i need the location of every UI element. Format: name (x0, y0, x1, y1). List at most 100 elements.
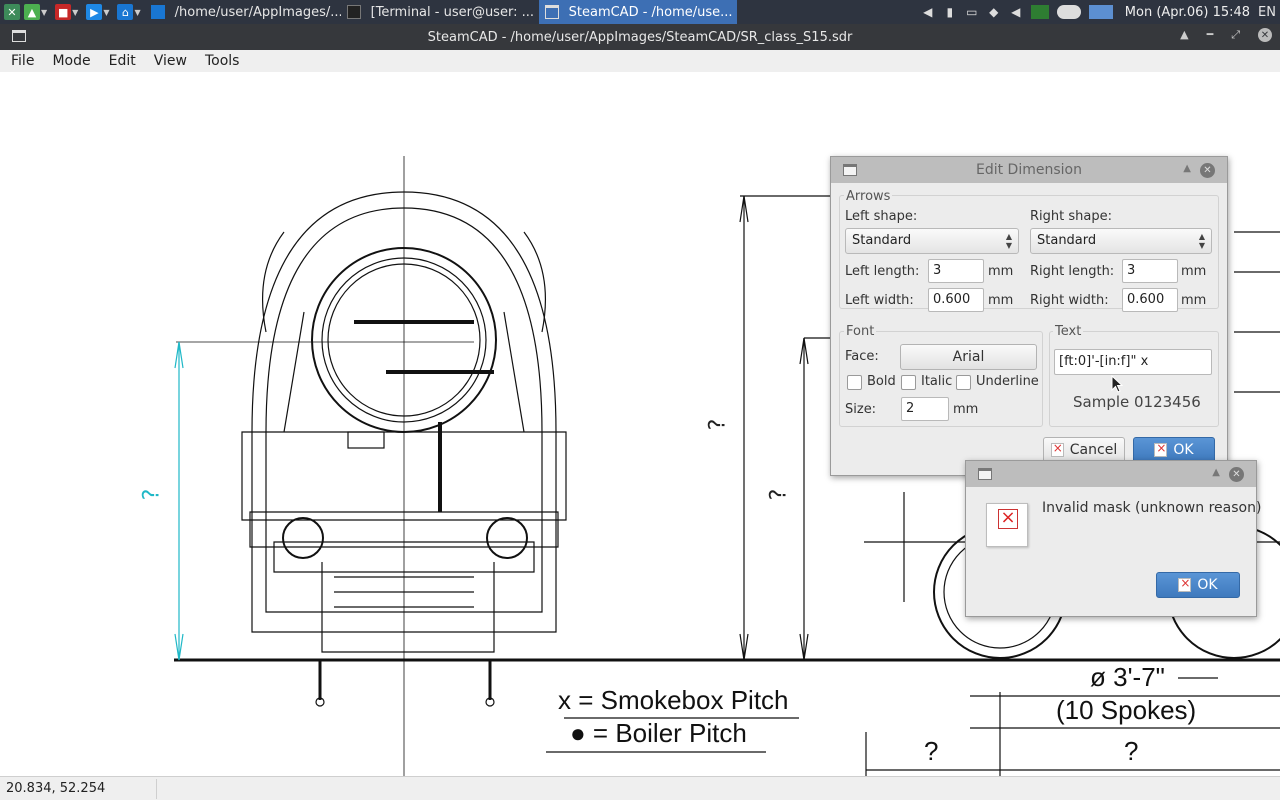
shade-icon[interactable]: ▲ (1183, 163, 1191, 174)
minimize-icon[interactable]: ━ (1207, 28, 1214, 42)
workspace-icon[interactable] (1056, 5, 1081, 19)
question-mark-dim-2[interactable]: ? (766, 489, 791, 501)
app-menu-icon[interactable]: ✕ (4, 4, 20, 20)
chevron-down-icon[interactable]: ▼ (41, 8, 47, 17)
dialog-titlebar[interactable]: ▲ ✕ (966, 461, 1256, 487)
question-mark-bottom-1[interactable]: ? (924, 736, 938, 767)
menu-mode[interactable]: Mode (45, 53, 97, 69)
question-mark-cyan[interactable]: ? (139, 489, 164, 501)
menu-tools[interactable]: Tools (198, 53, 247, 69)
terminal-icon (346, 5, 361, 19)
dimension-text-input[interactable]: [ft:0]'-[in:f]" x (1054, 349, 1212, 375)
mouse-cursor-icon (1111, 375, 1123, 393)
menubar: File Mode Edit View Tools (0, 50, 1280, 72)
left-width-input[interactable]: 0.600 (928, 288, 984, 312)
speaker-icon[interactable]: ◀ (1009, 5, 1023, 19)
close-icon[interactable]: ✕ (1200, 163, 1215, 178)
menu-edit[interactable]: Edit (102, 53, 143, 69)
terminal-launcher-icon[interactable]: ▶ (86, 4, 103, 20)
task-steamcad[interactable]: SteamCAD - /home/use... (538, 0, 737, 24)
clock[interactable]: Mon (Apr.06) 15:48 (1125, 5, 1250, 20)
status-separator (156, 779, 157, 799)
underline-label: Underline (976, 374, 1039, 389)
smokebox-pitch-label: x = Smokebox Pitch (558, 685, 789, 715)
left-shape-label: Left shape: (845, 209, 918, 224)
italic-checkbox[interactable] (901, 375, 916, 390)
maximize-icon[interactable]: ⤢ (1231, 28, 1240, 42)
task-terminal[interactable]: [Terminal - user@user: ... (341, 0, 539, 24)
left-length-input[interactable]: 3 (928, 259, 984, 283)
select-arrows-icon: ▲ ▼ (1005, 232, 1012, 250)
bold-checkbox[interactable] (847, 375, 862, 390)
window-menu-icon[interactable] (12, 30, 26, 42)
right-shape-label: Right shape: (1030, 209, 1112, 224)
statusbar: 20.834, 52.254 (0, 776, 1280, 800)
text-group-label: Text (1053, 324, 1084, 339)
display-icon[interactable]: ▭ (965, 5, 979, 19)
right-length-input[interactable]: 3 (1122, 259, 1178, 283)
font-size-input[interactable]: 2 (901, 397, 949, 421)
system-tray: ◀ ▮ ▭ ◆ ◀ Mon (Apr.06) 15:48 EN (921, 0, 1280, 24)
menu-view[interactable]: View (147, 53, 194, 69)
menu-file[interactable]: File (4, 53, 41, 69)
cancel-icon (1050, 441, 1064, 457)
keyboard-layout[interactable]: EN (1258, 5, 1276, 20)
left-length-unit: mm (988, 264, 1014, 279)
window-title: SteamCAD - /home/user/AppImages/SteamCAD… (427, 29, 853, 45)
bold-label: Bold (867, 374, 896, 389)
ok-icon (1178, 576, 1192, 592)
error-icon (986, 503, 1028, 547)
face-label: Face: (845, 349, 879, 364)
shade-icon[interactable]: ▲ (1180, 28, 1188, 42)
window-titlebar[interactable]: SteamCAD - /home/user/AppImages/SteamCAD… (0, 24, 1280, 50)
chevron-down-icon[interactable]: ▼ (72, 8, 78, 17)
right-width-unit: mm (1181, 293, 1207, 308)
error-ok-button[interactable]: OK (1156, 572, 1240, 598)
close-icon[interactable]: ✕ (1229, 467, 1244, 482)
close-icon[interactable]: ✕ (1258, 28, 1272, 42)
chevron-down-icon[interactable]: ▼ (103, 8, 109, 17)
dialog-title: Edit Dimension (976, 162, 1082, 178)
chevron-down-icon[interactable]: ▼ (134, 8, 140, 17)
right-shape-select[interactable]: Standard ▲ ▼ (1030, 228, 1212, 254)
right-length-label: Right length: (1030, 264, 1115, 279)
italic-label: Italic (921, 374, 953, 389)
battery-icon[interactable]: ▮ (943, 5, 957, 19)
taskbar: ✕ ▲ ▼ ■ ▼ ▶ ▼ ⌂ ▼ /home/user/AppImages/.… (0, 0, 1280, 24)
spokes-label: (10 Spokes) (1056, 695, 1197, 725)
underline-checkbox[interactable] (956, 375, 971, 390)
task-label: /home/user/AppImages/... (174, 4, 341, 20)
select-arrows-icon: ▲ ▼ (1198, 232, 1205, 250)
left-length-label: Left length: (845, 264, 920, 279)
left-width-unit: mm (988, 293, 1014, 308)
volume-icon[interactable]: ◀ (921, 5, 935, 19)
task-file-manager[interactable]: /home/user/AppImages/... (145, 0, 341, 24)
workspace-switcher-icon[interactable] (1088, 5, 1113, 19)
window-menu-icon[interactable] (843, 164, 857, 176)
left-width-label: Left width: (845, 293, 914, 308)
home-folder-icon[interactable]: ⌂ (117, 4, 134, 20)
ok-icon (1154, 441, 1168, 457)
boiler-pitch-label: ● = Boiler Pitch (570, 718, 747, 748)
cpu-graph-icon[interactable] (1030, 5, 1049, 19)
wheel-diameter-label: ø 3'-7" (1090, 662, 1165, 692)
wifi-icon[interactable]: ◆ (987, 5, 1001, 19)
dialog-titlebar[interactable]: Edit Dimension ▲ ✕ (831, 157, 1227, 183)
font-face-button[interactable]: Arial (900, 344, 1037, 370)
text-group (1049, 331, 1219, 427)
right-length-unit: mm (1181, 264, 1207, 279)
files-launcher-icon[interactable]: ▲ (24, 4, 40, 20)
right-width-input[interactable]: 0.600 (1122, 288, 1178, 312)
task-label: [Terminal - user@user: ... (370, 4, 534, 20)
shade-icon[interactable]: ▲ (1212, 467, 1220, 478)
font-group-label: Font (844, 324, 877, 339)
question-mark-dim-1[interactable]: ? (705, 419, 730, 431)
cursor-coordinates: 20.834, 52.254 (6, 781, 106, 796)
left-shape-select[interactable]: Standard ▲ ▼ (845, 228, 1019, 254)
error-dialog: ▲ ✕ Invalid mask (unknown reason) OK (965, 460, 1261, 617)
apps-launcher-icon[interactable]: ■ (55, 4, 72, 20)
size-label: Size: (845, 402, 877, 417)
window-menu-icon[interactable] (978, 468, 992, 480)
question-mark-bottom-2[interactable]: ? (1124, 736, 1138, 767)
edit-dimension-dialog: Edit Dimension ▲ ✕ Arrows Left shape: Ri… (830, 156, 1228, 476)
